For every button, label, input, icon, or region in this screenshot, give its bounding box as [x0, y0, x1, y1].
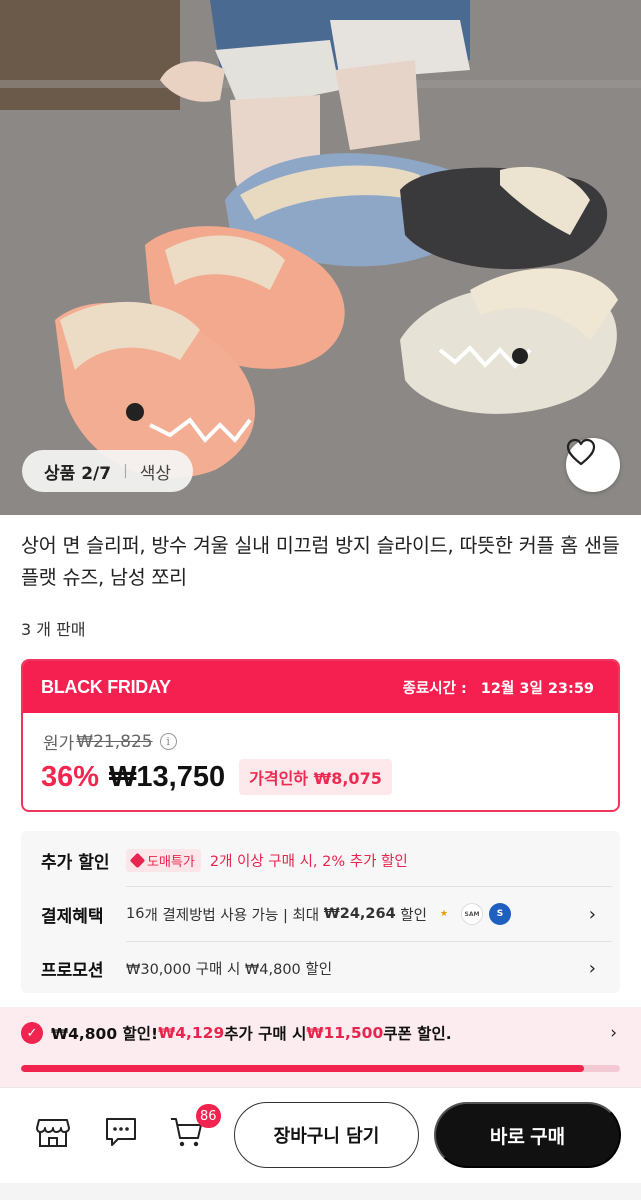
original-price-label: 원가	[43, 734, 75, 754]
coupon-progress-fill	[21, 1065, 585, 1072]
kb-card-icon: ★	[439, 909, 449, 919]
deal-end-value: 12월 3일 23:59	[480, 680, 594, 697]
store-icon[interactable]	[36, 1116, 70, 1148]
deal-end-label: 종료시간 :	[402, 680, 467, 697]
promo-coupon-amount: ₩11,500	[306, 1024, 384, 1042]
promo-discount: ₩4,800 할인!	[51, 1025, 159, 1043]
divider	[126, 886, 612, 887]
system-nav-area	[0, 1183, 641, 1200]
original-price-row: 원가 ₩21,825 i	[43, 729, 177, 754]
payment-max-discount: ₩24,264	[323, 906, 396, 922]
image-counter: 상품 2/7 | 색상	[22, 450, 194, 492]
coupon-promo-text: ✓ ₩4,800 할인! ₩4,129 추가 구매 시 ₩11,500 쿠폰 할인.	[21, 1022, 452, 1044]
bottom-action-bar: 86 장바구니 담기 바로 구매	[0, 1087, 641, 1183]
price-drop-badge: 가격인하 ₩8,075	[239, 759, 392, 795]
benefits-panel: 추가 할인 도매특가 2개 이상 구매 시, 2% 추가 할인 결제혜택 16 개…	[21, 831, 620, 993]
payment-method-count: 16	[126, 906, 145, 922]
wholesale-tag-label: 도매특가	[147, 854, 195, 870]
coupon-promo-bar[interactable]: ✓ ₩4,800 할인! ₩4,129 추가 구매 시 ₩11,500 쿠폰 할인. ›	[0, 1007, 641, 1087]
payment-benefit-text: 개 결제방법 사용 가능 | 최대	[144, 907, 324, 924]
payment-benefit-row[interactable]: 결제혜택 16 개 결제방법 사용 가능 | 최대 ₩24,264 할인 ★ SA…	[21, 899, 620, 929]
deal-title: BLACK FRIDAY	[41, 676, 171, 697]
deal-box: BLACK FRIDAY 종료시간 : 12월 3일 23:59 원가 ₩21,8…	[21, 659, 620, 812]
cart-count-badge: 86	[196, 1104, 221, 1128]
promo-coupon-label: 쿠폰 할인.	[383, 1025, 452, 1043]
product-photo	[0, 0, 641, 515]
buy-now-button[interactable]: 바로 구매	[434, 1102, 621, 1168]
chevron-right-icon: ›	[610, 1023, 617, 1043]
wishlist-button[interactable]	[566, 438, 620, 492]
add-to-cart-button[interactable]: 장바구니 담기	[234, 1102, 419, 1168]
chevron-right-icon: ›	[588, 957, 596, 979]
info-icon[interactable]: i	[159, 733, 177, 750]
discount-percent: 36%	[41, 760, 100, 793]
promotion-label: 프로모션	[41, 960, 104, 981]
payment-benefit-label: 결제혜택	[41, 906, 104, 927]
sale-price: ₩13,750	[109, 760, 226, 793]
check-icon: ✓	[21, 1022, 43, 1044]
image-counter-label: 상품 2/7	[44, 463, 112, 484]
tag-icon	[129, 852, 146, 868]
heart-icon	[566, 438, 596, 466]
promotion-text: ₩30,000 구매 시 ₩4,800 할인	[126, 961, 333, 978]
product-image[interactable]: 상품 2/7 | 색상	[0, 0, 641, 515]
promo-remaining: ₩4,129	[158, 1024, 225, 1042]
payment-benefit-suffix: 할인	[395, 907, 427, 924]
promo-condition: 추가 구매 시	[224, 1025, 307, 1043]
extra-discount-row: 추가 할인 도매특가 2개 이상 구매 시, 2% 추가 할인	[21, 845, 620, 875]
product-title: 상어 면 슬리퍼, 방수 겨울 실내 미끄럼 방지 슬라이드, 따뜻한 커플 홈…	[21, 534, 620, 589]
wholesale-tag: 도매특가	[126, 848, 201, 872]
deal-end-time: 종료시간 : 12월 3일 23:59	[403, 677, 594, 698]
extra-discount-text: 2개 이상 구매 시, 2% 추가 할인	[209, 853, 408, 870]
extra-discount-label: 추가 할인	[41, 852, 110, 873]
chat-icon[interactable]	[104, 1116, 138, 1148]
color-option-label[interactable]: 색상	[140, 459, 171, 484]
divider	[126, 941, 612, 942]
price-row: 36% ₩13,750 가격인하 ₩8,075	[41, 759, 392, 795]
samsung-card-icon: SAM	[460, 903, 483, 925]
coupon-progress-bar	[21, 1065, 620, 1072]
promotion-row[interactable]: 프로모션 ₩30,000 구매 시 ₩4,800 할인 ›	[21, 953, 620, 983]
shinhan-card-icon: S	[488, 903, 511, 925]
chevron-right-icon: ›	[588, 903, 596, 925]
counter-separator: |	[123, 463, 128, 479]
sold-count: 3 개 판매	[21, 620, 86, 639]
original-price: ₩21,825	[76, 731, 153, 752]
deal-header: BLACK FRIDAY 종료시간 : 12월 3일 23:59	[23, 661, 618, 713]
